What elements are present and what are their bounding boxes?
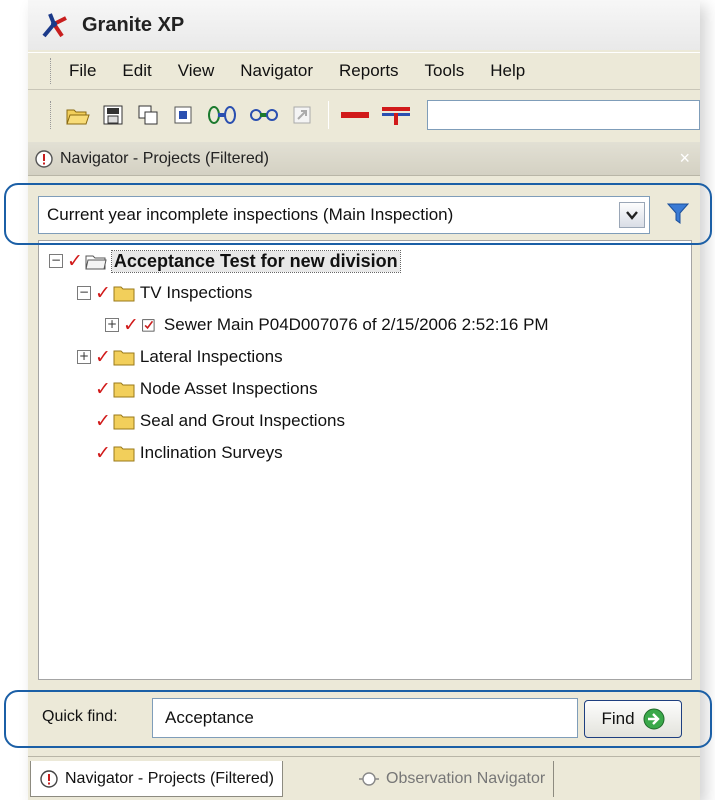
tree-node-seal-grout-inspections[interactable]: ✓ Seal and Grout Inspections <box>95 407 345 435</box>
menu-navigator[interactable]: Navigator <box>240 61 313 81</box>
quick-find-input[interactable]: Acceptance <box>152 698 578 738</box>
folder-icon <box>113 286 135 301</box>
panel-close-button[interactable]: × <box>679 148 690 169</box>
tab-label: Observation Navigator <box>386 770 546 787</box>
menu-view[interactable]: View <box>178 61 215 81</box>
collapse-icon[interactable]: − <box>77 286 91 300</box>
folder-icon <box>113 382 135 397</box>
tree-node-label: Node Asset Inspections <box>139 379 318 398</box>
granite-xp-logo-icon <box>42 13 67 38</box>
tree-node-tv-inspections[interactable]: − ✓ TV Inspections <box>77 279 252 307</box>
tree-node-inclination-surveys[interactable]: ✓ Inclination Surveys <box>95 439 283 467</box>
check-icon: ✓ <box>123 314 139 336</box>
disabled-export-icon[interactable] <box>289 102 315 128</box>
check-icon: ✓ <box>95 410 111 432</box>
red-line-icon[interactable] <box>339 102 371 128</box>
go-arrow-icon <box>643 708 665 730</box>
tree-node-lateral-inspections[interactable]: + ✓ Lateral Inspections <box>77 343 283 371</box>
copy-icon[interactable] <box>135 102 161 128</box>
save-icon[interactable] <box>100 102 126 128</box>
chevron-down-icon[interactable] <box>619 202 645 228</box>
checklist-document-icon <box>142 319 155 332</box>
check-icon: ✓ <box>95 346 111 368</box>
panel-header: Navigator - Projects (Filtered) × <box>28 142 700 176</box>
alert-circle-icon <box>40 769 58 788</box>
filter-selected-value: Current year incomplete inspections (Mai… <box>47 205 454 224</box>
toolbar <box>28 92 700 138</box>
folder-icon <box>113 414 135 429</box>
check-icon: ✓ <box>95 282 111 304</box>
panel-title: Navigator - Projects (Filtered) <box>60 149 269 167</box>
filter-icon[interactable] <box>663 198 693 230</box>
open-folder-icon[interactable] <box>65 102 91 128</box>
open-folder-icon <box>85 255 107 269</box>
toolbar-grip[interactable] <box>50 101 53 129</box>
tab-navigator-projects[interactable]: Navigator - Projects (Filtered) <box>30 761 283 797</box>
expand-icon[interactable]: + <box>77 350 91 364</box>
expand-icon[interactable]: + <box>105 318 119 332</box>
bottom-tab-bar: Navigator - Projects (Filtered) Observat… <box>28 756 700 800</box>
find-button-label: Find <box>601 709 635 728</box>
pipe-junction-icon[interactable] <box>380 102 412 128</box>
folder-icon <box>113 446 135 461</box>
find-button[interactable]: Find <box>584 700 682 738</box>
tab-observation-navigator[interactable]: Observation Navigator <box>350 761 555 797</box>
title-bar: Granite XP <box>28 0 700 50</box>
toolbar-text-input[interactable] <box>427 100 700 130</box>
tree-node-label: Acceptance Test for new division <box>110 249 401 273</box>
tree-node-root[interactable]: − ✓ Acceptance Test for new division <box>49 247 401 275</box>
collapse-icon[interactable]: − <box>49 254 63 268</box>
quick-find-value: Acceptance <box>165 708 254 727</box>
link-icon[interactable] <box>248 102 280 128</box>
menu-reports[interactable]: Reports <box>339 61 399 81</box>
toolbar-separator <box>328 101 329 129</box>
menu-edit[interactable]: Edit <box>122 61 151 81</box>
app-window: Granite XP File Edit View Navigator Repo… <box>28 0 700 800</box>
folder-icon <box>113 350 135 365</box>
menu-file[interactable]: File <box>69 61 96 81</box>
check-icon: ✓ <box>67 250 83 272</box>
tree-node-sewer-main[interactable]: + ✓ Sewer Main P04D007076 of 2/15/2006 2… <box>105 311 549 339</box>
tree-node-label: Lateral Inspections <box>139 347 283 366</box>
filter-select[interactable]: Current year incomplete inspections (Mai… <box>38 196 650 234</box>
check-icon: ✓ <box>95 442 111 464</box>
tree-node-label: TV Inspections <box>139 283 253 302</box>
tab-label: Navigator - Projects (Filtered) <box>65 769 274 787</box>
menu-bar: File Edit View Navigator Reports Tools H… <box>28 52 700 90</box>
quick-find-label: Quick find: <box>42 708 118 725</box>
app-title: Granite XP <box>82 13 185 36</box>
connect-icon[interactable] <box>205 102 239 128</box>
menu-help[interactable]: Help <box>490 61 525 81</box>
tree-node-node-asset-inspections[interactable]: ✓ Node Asset Inspections <box>95 375 318 403</box>
tree-node-label: Inclination Surveys <box>139 443 283 462</box>
menu-tools[interactable]: Tools <box>425 61 465 81</box>
observation-icon <box>359 772 379 786</box>
menu-grip[interactable] <box>50 58 53 84</box>
properties-icon[interactable] <box>170 102 196 128</box>
project-tree[interactable]: − ✓ Acceptance Test for new division − ✓… <box>38 240 692 680</box>
check-icon: ✓ <box>95 378 111 400</box>
tree-node-label: Seal and Grout Inspections <box>139 411 345 430</box>
panel-status-icon <box>35 149 53 168</box>
tree-node-label: Sewer Main P04D007076 of 2/15/2006 2:52:… <box>163 315 549 334</box>
